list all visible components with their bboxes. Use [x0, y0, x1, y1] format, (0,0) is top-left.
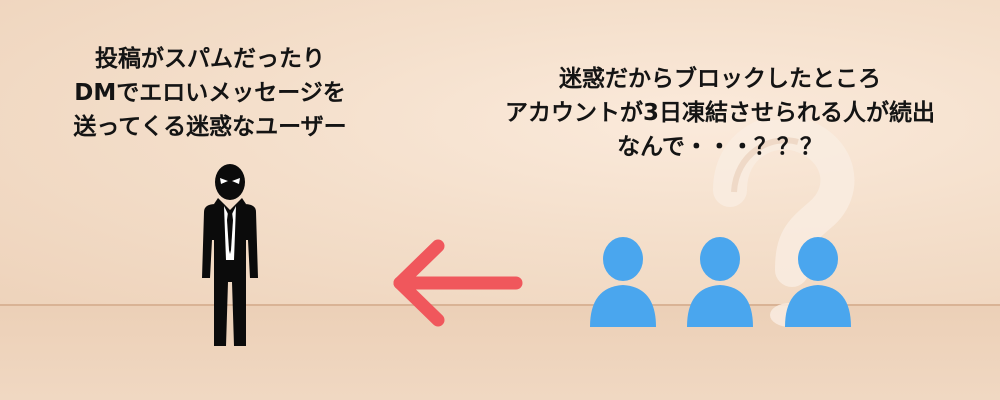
caption-line: アカウントが3日凍結させられる人が続出	[504, 100, 935, 126]
caption-line: 迷惑だからブロックしたところ	[559, 66, 881, 92]
caption-line: 送ってくる迷惑なユーザー	[73, 114, 347, 140]
caption-line: なんで・・・？？？	[617, 134, 823, 160]
caption-line: DMでエロいメッセージを	[74, 80, 346, 106]
caption-line: 投稿がスパムだったり	[95, 46, 325, 72]
users-caption: 迷惑だからブロックしたところ アカウントが3日凍結させられる人が続出 なんで・・…	[460, 62, 980, 164]
illustration: 投稿がスパムだったり DMでエロいメッセージを 送ってくる迷惑なユーザー 迷惑だ…	[0, 0, 1000, 400]
user-icon	[785, 237, 851, 327]
villain-person-icon	[202, 164, 258, 346]
spammer-caption: 投稿がスパムだったり DMでエロいメッセージを 送ってくる迷惑なユーザー	[30, 42, 390, 144]
arrow-left-icon	[393, 239, 523, 327]
user-icon	[590, 237, 656, 327]
user-icon	[687, 237, 753, 327]
